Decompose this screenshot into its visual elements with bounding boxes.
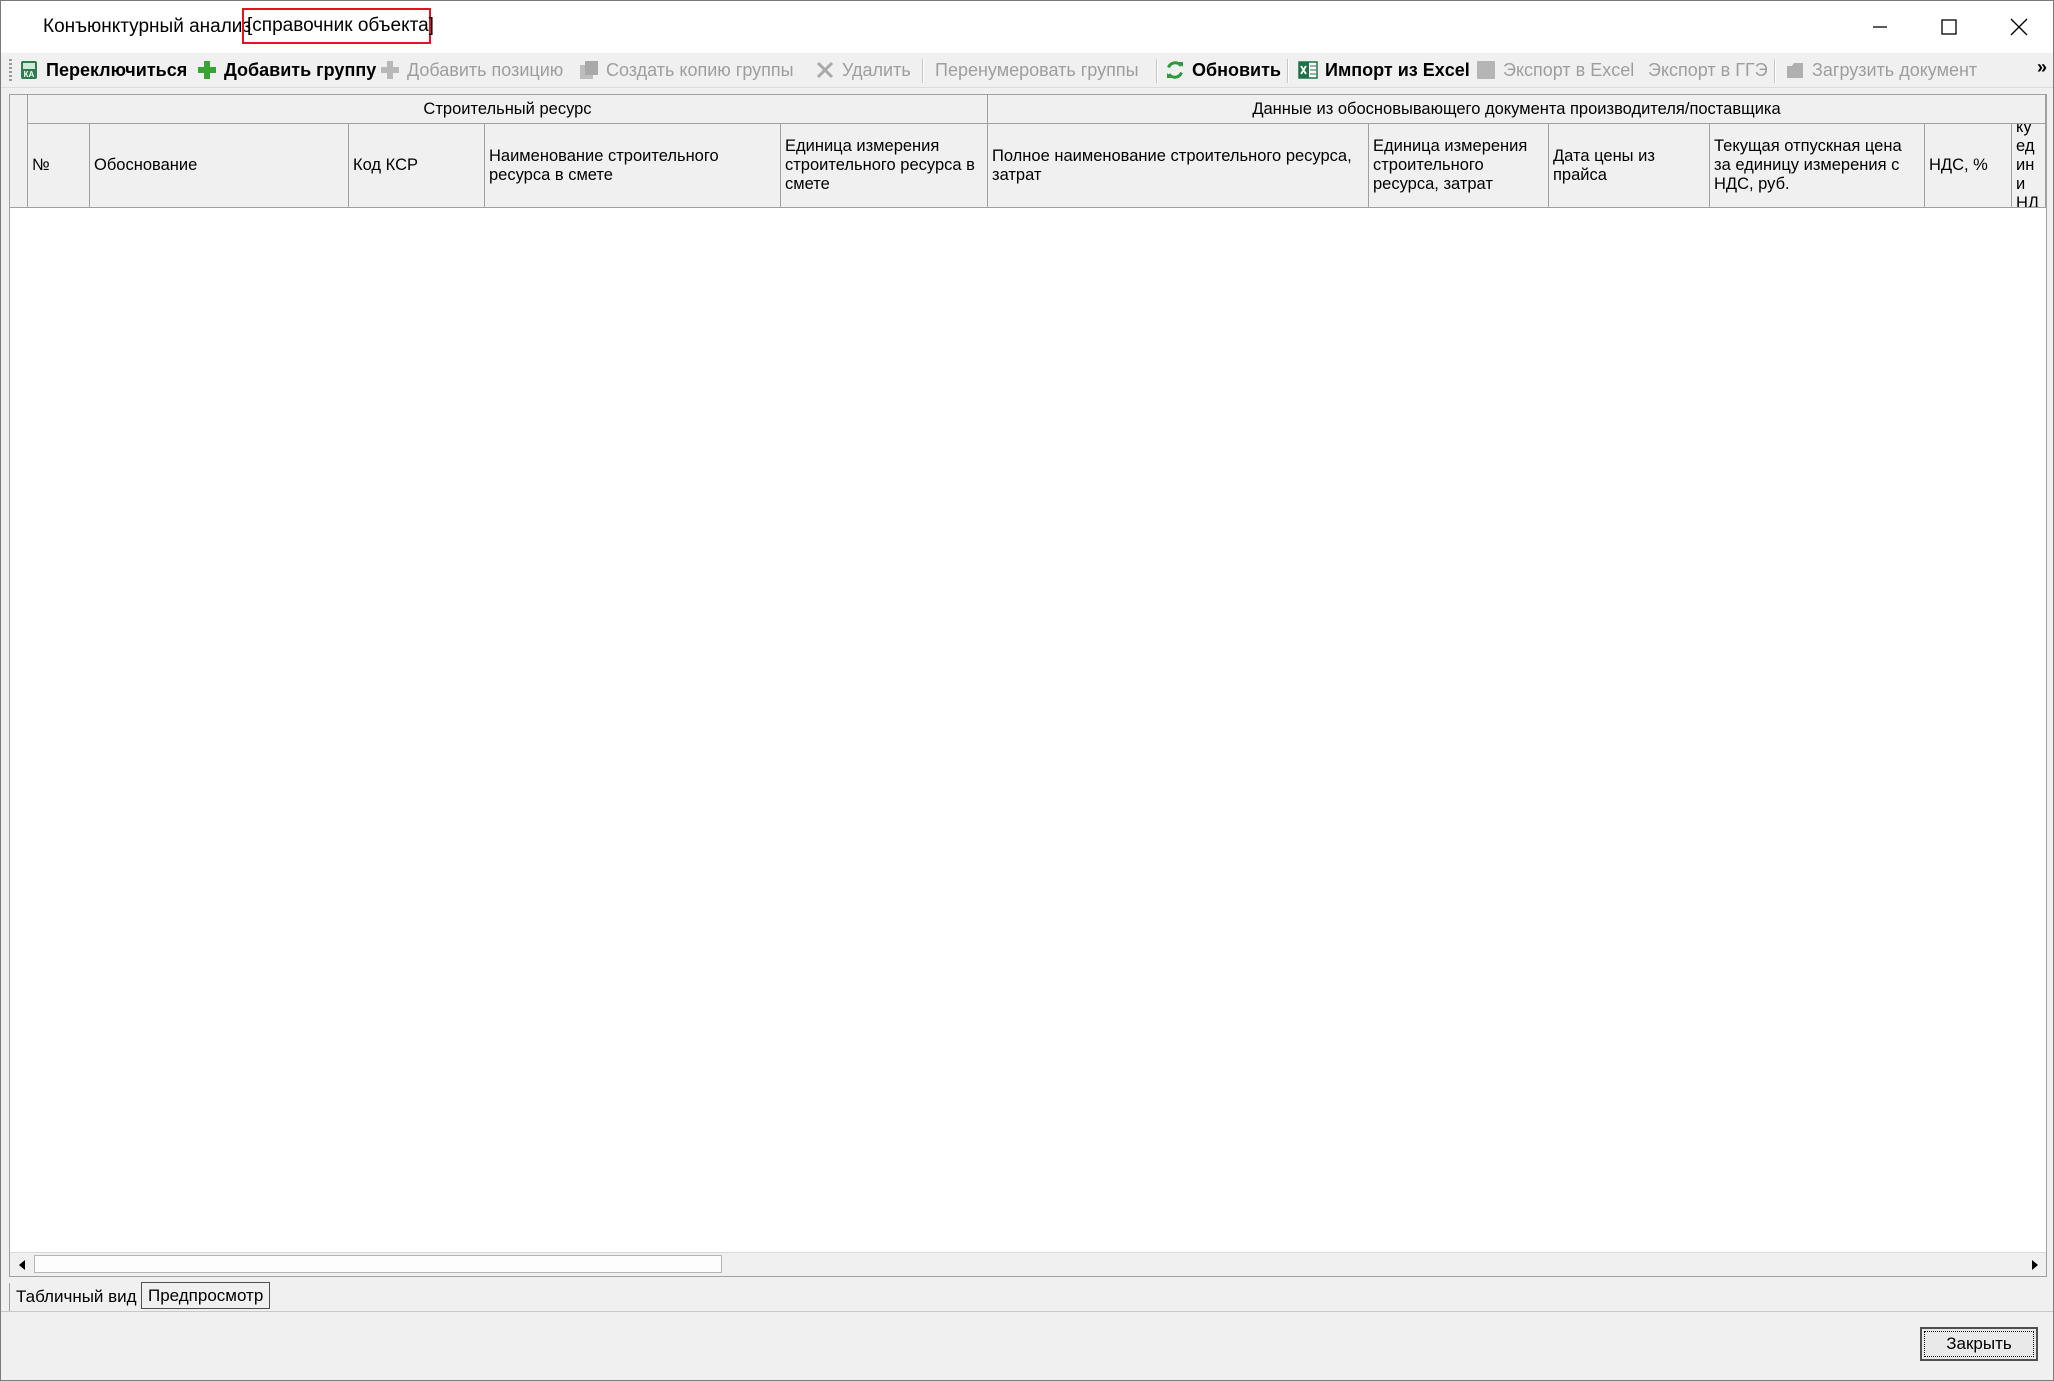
column-header-current-price-vat[interactable]: Текущая отпускная цена за единицу измере… (1710, 124, 1925, 208)
switch-ka-icon: КА (21, 61, 37, 79)
toolbar: КА Переключиться Добавить группу Добавит… (1, 53, 2053, 88)
toolbar-overflow-chevron-icon[interactable]: » (2037, 57, 2047, 78)
excel-icon (1298, 61, 1318, 79)
load-document-button[interactable]: Загрузить документ (1785, 56, 1977, 84)
plus-icon (381, 61, 399, 79)
toolbar-separator (1287, 59, 1289, 83)
copy-group-label: Создать копию группы (606, 59, 794, 80)
scrollbar-thumb[interactable] (34, 1255, 722, 1273)
refresh-label: Обновить (1192, 59, 1281, 80)
footer-bar: Закрыть (1, 1311, 2053, 1380)
column-header-ksr-code[interactable]: Код КСР (349, 124, 485, 208)
column-header-resource-name-estimate[interactable]: Наименование строительного ресурса в сме… (485, 124, 781, 208)
renumber-groups-label: Перенумеровать группы (935, 59, 1139, 80)
renumber-groups-button[interactable]: Перенумеровать группы (935, 56, 1139, 84)
toolbar-separator (1774, 59, 1776, 83)
column-header-current-price-truncated[interactable]: Теку едини НДС, (2012, 124, 2046, 208)
column-header-unit-estimate[interactable]: Единица измерения строительного ресурса … (781, 124, 988, 208)
arrow-left-icon (18, 1259, 25, 1270)
row-indicator-header (10, 95, 28, 208)
data-grid[interactable]: Строительный ресурс Данные из обосновыва… (9, 94, 2047, 1277)
add-group-label: Добавить группу (224, 59, 377, 80)
title-bar: Конъюнктурный анализ [справочник объекта… (1, 1, 2053, 53)
window-title: Конъюнктурный анализ (43, 16, 252, 37)
export-gge-button[interactable]: Экспорт в ГГЭ (1648, 56, 1768, 84)
plus-icon (198, 61, 216, 79)
copy-group-button[interactable]: Создать копию группы (579, 56, 794, 84)
refresh-icon (1167, 61, 1183, 79)
minimize-button[interactable] (1845, 1, 1915, 53)
column-header-justification[interactable]: Обоснование (90, 124, 349, 208)
tab-preview[interactable]: Предпросмотр (141, 1282, 271, 1309)
column-header-unit-resource[interactable]: Единица измерения строительного ресурса,… (1369, 124, 1549, 208)
arrow-right-icon (2031, 1259, 2038, 1270)
view-tabs: Табличный вид Предпросмотр (1, 1279, 2053, 1315)
maximize-button[interactable] (1914, 1, 1984, 53)
close-icon (2010, 18, 2028, 36)
document-icon (1787, 63, 1803, 78)
switch-button[interactable]: КА Переключиться (19, 56, 187, 84)
maximize-icon (1941, 19, 1957, 35)
toolbar-grip[interactable] (9, 59, 12, 83)
column-header-vat-percent[interactable]: НДС, % (1925, 124, 2012, 208)
add-position-button[interactable]: Добавить позицию (380, 56, 563, 84)
band-header-resource[interactable]: Строительный ресурс (28, 95, 988, 124)
export-excel-label: Экспорт в Excel (1503, 59, 1635, 80)
export-excel-button[interactable]: Экспорт в Excel (1476, 56, 1634, 84)
load-document-label: Загрузить документ (1812, 59, 1978, 80)
close-button[interactable]: Закрыть (1920, 1327, 2038, 1361)
copy-icon (580, 61, 598, 79)
band-header-supplier-data[interactable]: Данные из обосновывающего документа прои… (988, 95, 2046, 124)
toolbar-separator (1156, 59, 1158, 83)
app-window: Конъюнктурный анализ [справочник объекта… (0, 0, 2054, 1381)
import-excel-button[interactable]: Импорт из Excel (1298, 56, 1470, 84)
export-gge-label: Экспорт в ГГЭ (1648, 59, 1768, 80)
column-header-number[interactable]: № (28, 124, 90, 208)
toolbar-separator (922, 59, 924, 83)
delete-x-icon (816, 61, 834, 79)
window-title-tag: [справочник объекта] (242, 8, 434, 44)
add-position-label: Добавить позицию (407, 59, 564, 80)
add-group-button[interactable]: Добавить группу (197, 56, 376, 84)
close-window-button[interactable] (1984, 1, 2053, 53)
switch-label: Переключиться (46, 59, 188, 80)
tab-table-view[interactable]: Табличный вид (9, 1283, 143, 1312)
column-header-price-date[interactable]: Дата цены из прайса (1549, 124, 1710, 208)
export-icon (1477, 61, 1495, 79)
column-header-full-resource-name[interactable]: Полное наименование строительного ресурс… (988, 124, 1369, 208)
svg-text:КА: КА (24, 70, 35, 79)
minimize-icon (1873, 26, 1887, 28)
scroll-left-button[interactable] (10, 1253, 33, 1276)
import-excel-label: Импорт из Excel (1325, 59, 1470, 80)
delete-label: Удалить (842, 59, 911, 80)
delete-button[interactable]: Удалить (815, 56, 911, 84)
horizontal-scrollbar[interactable] (10, 1252, 2046, 1276)
refresh-button[interactable]: Обновить (1165, 56, 1281, 84)
scroll-right-button[interactable] (2023, 1253, 2046, 1276)
